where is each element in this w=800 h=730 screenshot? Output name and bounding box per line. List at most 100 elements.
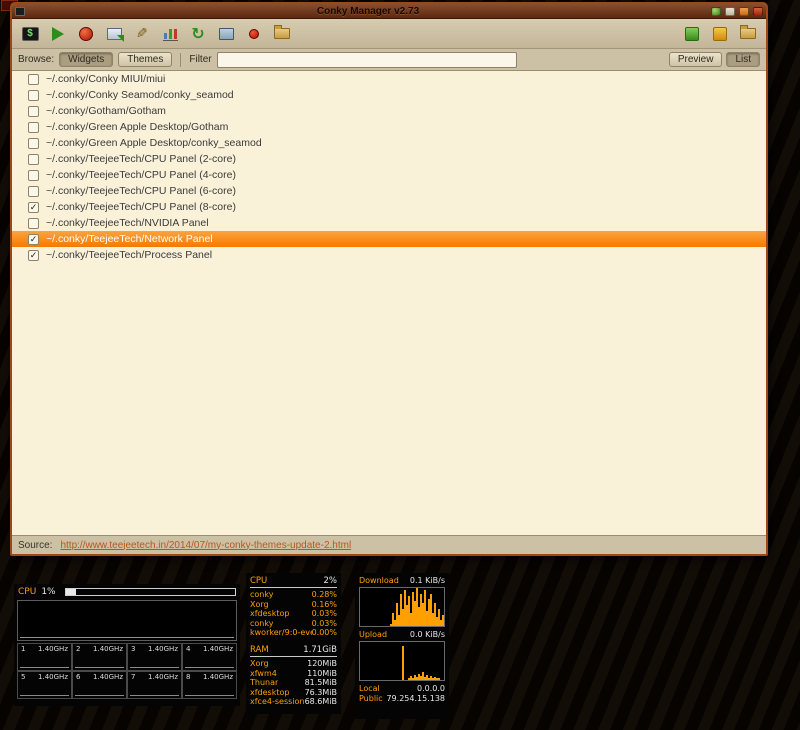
process-value: 81.5MiB (304, 678, 337, 688)
folder-button[interactable] (270, 22, 294, 46)
process-row: xfce4-session 68.6MiB (250, 697, 337, 707)
process-row: kworker/9:0-even0.00% (250, 628, 337, 638)
process-row: Xorg 0.16% (250, 600, 337, 610)
theme-list-row[interactable]: ~/.conky/TeejeeTech/CPU Panel (4-core) (12, 167, 766, 183)
theme-checkbox[interactable] (28, 185, 39, 197)
theme-path-label: ~/.conky/Conky MIUI/miui (46, 73, 166, 85)
theme-checkbox[interactable] (28, 153, 39, 165)
theme-checkbox[interactable]: ✓ (28, 233, 39, 245)
edit-icon: ✎ (136, 25, 148, 41)
process-row: conky 0.03% (250, 619, 337, 629)
theme-checkbox[interactable] (28, 137, 39, 149)
package-icon (685, 26, 699, 41)
theme-checkbox[interactable] (28, 73, 39, 85)
toolbar-right-group (680, 22, 760, 46)
cpu-core-cell: 7 1.40GHz (127, 671, 182, 699)
record-icon (249, 28, 259, 39)
preview-button[interactable]: Preview (668, 52, 723, 67)
cpu-history-graph (17, 600, 237, 641)
donate-button[interactable] (708, 22, 732, 46)
theme-checkbox[interactable] (28, 169, 39, 181)
maximize-button[interactable] (739, 6, 749, 16)
separator (180, 52, 182, 67)
widgets-tab-button[interactable]: Widgets (59, 52, 114, 67)
browse-label: Browse: (18, 54, 55, 65)
play-button[interactable] (46, 22, 70, 46)
download-value: 0.1 KiB/s (409, 576, 445, 585)
cpu-core-grid: 1 1.40GHz 2 1.40GHz 3 1.40GHz 4 1.40GHz 5 1.40GHz… (17, 643, 237, 699)
process-row: xfdesktop 0.03% (250, 609, 337, 619)
theme-path-label: ~/.conky/Gotham/Gotham (46, 105, 166, 117)
theme-list-row[interactable]: ~/.conky/Green Apple Desktop/conky_seamo… (12, 135, 766, 151)
theme-checkbox[interactable] (28, 121, 39, 133)
cpu-core-frequency: 1.40GHz (93, 645, 123, 653)
process-name: xfdesktop (250, 687, 290, 697)
source-label: Source: (18, 539, 53, 551)
cpu-core-number: 3 (131, 645, 136, 653)
shade-button[interactable] (711, 6, 721, 16)
folder-open-button[interactable] (736, 22, 760, 46)
cpu-total-bar (64, 588, 236, 596)
process-value: 0.16% (311, 599, 337, 609)
cpu-core-graph (20, 684, 69, 696)
theme-list-row[interactable]: ~/.conky/TeejeeTech/NVIDIA Panel (12, 215, 766, 231)
local-ip-row: Local 0.0.0.0 (359, 684, 445, 694)
cpu-core-graph (130, 656, 179, 668)
theme-checkbox[interactable]: ✓ (28, 249, 39, 261)
edit-button[interactable]: ✎ (130, 22, 154, 46)
theme-list-row[interactable]: ~/.conky/Conky MIUI/miui (12, 71, 766, 87)
cpu-core-number: 8 (186, 673, 191, 681)
package-button[interactable] (680, 22, 704, 46)
theme-checkbox[interactable] (28, 217, 39, 229)
source-link[interactable]: http://www.teejeetech.in/2014/07/my-conk… (60, 540, 351, 551)
theme-list-row[interactable]: ~/.conky/Green Apple Desktop/Gotham (12, 119, 766, 135)
conky-cpu-panel: CPU 1% 1 1.40GHz 2 1.40GHz 3 1.40GHz 4 1.40GHz 5… (14, 584, 240, 706)
cpu-core-cell: 8 1.40GHz (182, 671, 237, 699)
process-value: 110MiB (307, 668, 337, 678)
cpu-core-frequency: 1.40GHz (38, 645, 68, 653)
filter-input[interactable] (216, 51, 517, 68)
window-icon (15, 6, 25, 16)
theme-checkbox[interactable] (28, 105, 39, 117)
theme-path-label: ~/.conky/TeejeeTech/Network Panel (46, 233, 213, 245)
refresh-icon: ↻ (191, 25, 205, 43)
chart-button[interactable] (158, 22, 182, 46)
import-button[interactable] (102, 22, 126, 46)
theme-list-row[interactable]: ✓ ~/.conky/TeejeeTech/CPU Panel (8-core) (12, 199, 766, 215)
theme-path-label: ~/.conky/Green Apple Desktop/conky_seamo… (46, 137, 262, 149)
process-name: xfdesktop (250, 609, 290, 619)
theme-path-label: ~/.conky/Conky Seamod/conky_seamod (46, 89, 234, 101)
stop-button[interactable] (74, 22, 98, 46)
process-value: 0.28% (311, 590, 337, 599)
theme-checkbox[interactable]: ✓ (28, 201, 39, 213)
theme-list-row[interactable]: ✓ ~/.conky/TeejeeTech/Network Panel (12, 231, 766, 247)
themes-tab-button[interactable]: Themes (118, 52, 173, 67)
minimize-button[interactable] (725, 6, 735, 16)
conky-manager-window: Conky Manager v2.73 $ ✎ ↻ Browse: Widgets … (10, 2, 768, 556)
close-button[interactable] (753, 6, 763, 16)
process-value: 76.3MiB (304, 687, 337, 697)
list-button[interactable]: List (726, 52, 760, 67)
process-value: 0.03% (311, 609, 337, 619)
theme-list-row[interactable]: ~/.conky/Gotham/Gotham (12, 103, 766, 119)
theme-path-label: ~/.conky/Green Apple Desktop/Gotham (46, 121, 229, 133)
screen-icon (218, 27, 234, 40)
ram-process-list: Xorg 120MiB xfwm4 110MiB Thunar 81.5MiB xfdesk… (250, 659, 337, 707)
refresh-button[interactable]: ↻ (186, 22, 210, 46)
toolbar: $ ✎ ↻ (12, 19, 766, 49)
theme-list-row[interactable]: ~/.conky/TeejeeTech/CPU Panel (6-core) (12, 183, 766, 199)
cpu-section-label: CPU (250, 576, 268, 586)
graph-bar (444, 622, 445, 626)
window-title: Conky Manager v2.73 (316, 5, 420, 17)
screen-button[interactable] (214, 22, 238, 46)
upload-label: Upload (359, 630, 388, 639)
process-name: Thunar (250, 678, 279, 688)
theme-list-row[interactable]: ~/.conky/TeejeeTech/CPU Panel (2-core) (12, 151, 766, 167)
theme-list-row[interactable]: ~/.conky/Conky Seamod/conky_seamod (12, 87, 766, 103)
terminal-button[interactable]: $ (18, 22, 42, 46)
ram-section-label: RAM (250, 644, 269, 655)
titlebar[interactable]: Conky Manager v2.73 (12, 4, 766, 19)
record-button[interactable] (242, 22, 266, 46)
theme-list-row[interactable]: ✓ ~/.conky/TeejeeTech/Process Panel (12, 247, 766, 263)
theme-checkbox[interactable] (28, 89, 39, 101)
